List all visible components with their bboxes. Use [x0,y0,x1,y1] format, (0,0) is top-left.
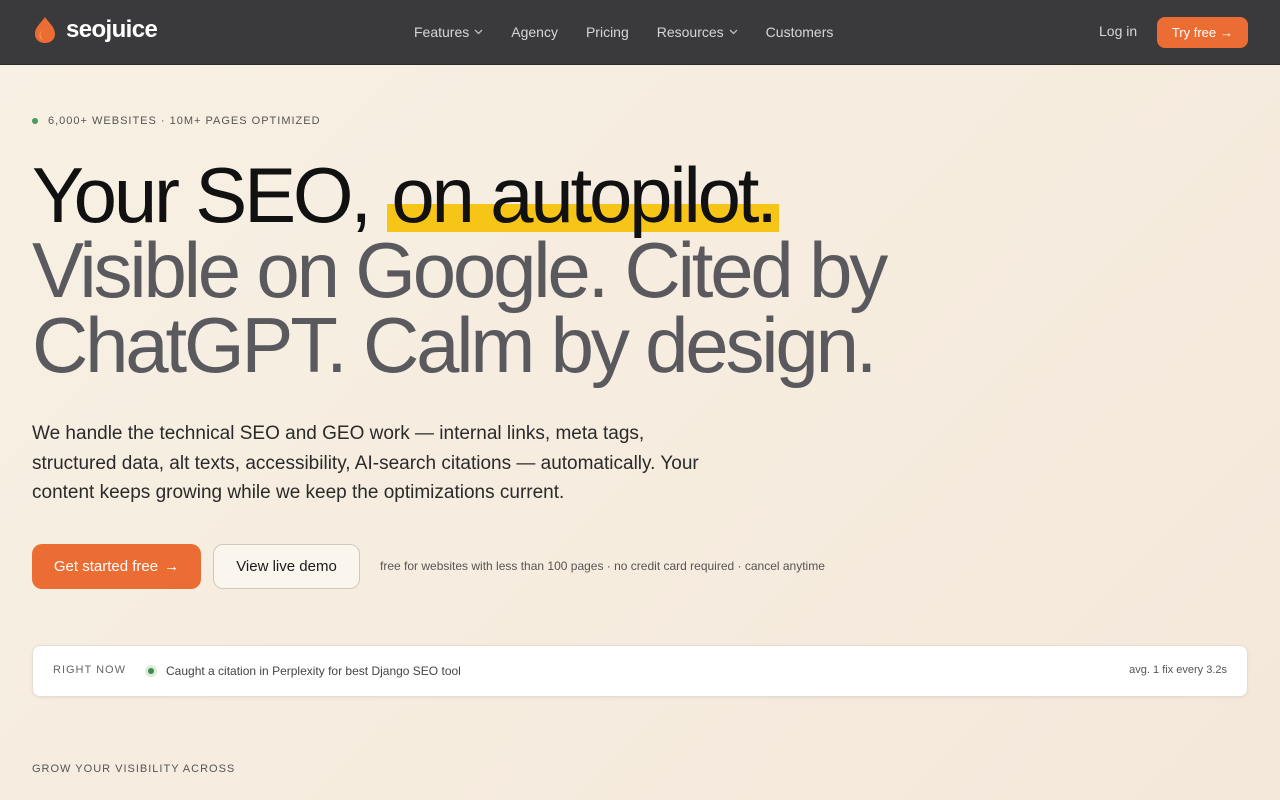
login-link[interactable]: Log in [1099,23,1137,39]
view-demo-button[interactable]: View live demo [213,544,360,589]
view-demo-label: View live demo [236,558,337,575]
status-dot [32,118,38,124]
arrow-right-icon: → [1220,25,1234,40]
live-average: avg. 1 fix every 3.2s [1129,664,1227,676]
get-started-button[interactable]: Get started free → [32,544,201,589]
try-free-label: Try free [1171,25,1217,40]
live-activity-card: RIGHT NOW Caught a citation in Perplexit… [32,645,1248,697]
try-free-button[interactable]: Try free → [1157,17,1248,48]
section-label: GROW YOUR VISIBILITY ACROSS [32,763,236,775]
logo[interactable]: seojuice [32,14,158,46]
nav-item-resources[interactable]: Resources [657,24,738,40]
cta-fineprint: free for websites with less than 100 pag… [380,559,825,573]
brand-name: seojuice [66,16,158,43]
nav-links: Features Agency Pricing Resources Custom… [414,21,861,43]
nav-item-label: Pricing [585,24,629,40]
nav-item-label: Agency [511,24,558,40]
nav-item-features[interactable]: Features [414,24,483,40]
eyebrow-text: 6,000+ WEBSITES · 10M+ PAGES OPTIMIZED [48,115,321,127]
hero-subtext: We handle the technical SEO and GEO work… [32,423,699,503]
nav-item-customers[interactable]: Customers [766,24,834,40]
nav-item-label: Resources [656,24,724,40]
live-status-dot [145,665,157,677]
nav-item-pricing[interactable]: Pricing [586,24,629,40]
flame-logo-icon [35,17,55,43]
chevron-down-icon [474,29,483,35]
top-nav: seojuice Features Agency Pricing Resourc… [0,0,1280,65]
nav-item-agency[interactable]: Agency [511,24,558,40]
live-message: Caught a citation in Perplexity for best… [166,664,461,678]
live-label: RIGHT NOW [53,664,126,676]
headline-tagline: Visible on Google. Cited by ChatGPT. Cal… [32,226,888,389]
chevron-down-icon [729,29,738,35]
arrow-right-icon: → [164,558,180,575]
get-started-label: Get started free [53,558,159,575]
nav-item-label: Features [414,24,470,40]
hero-headline: Your SEO, on autopilot. Visible on Google… [32,151,932,384]
stats-eyebrow: 6,000+ WEBSITES · 10M+ PAGES OPTIMIZED [32,115,321,127]
nav-item-label: Customers [765,24,834,40]
